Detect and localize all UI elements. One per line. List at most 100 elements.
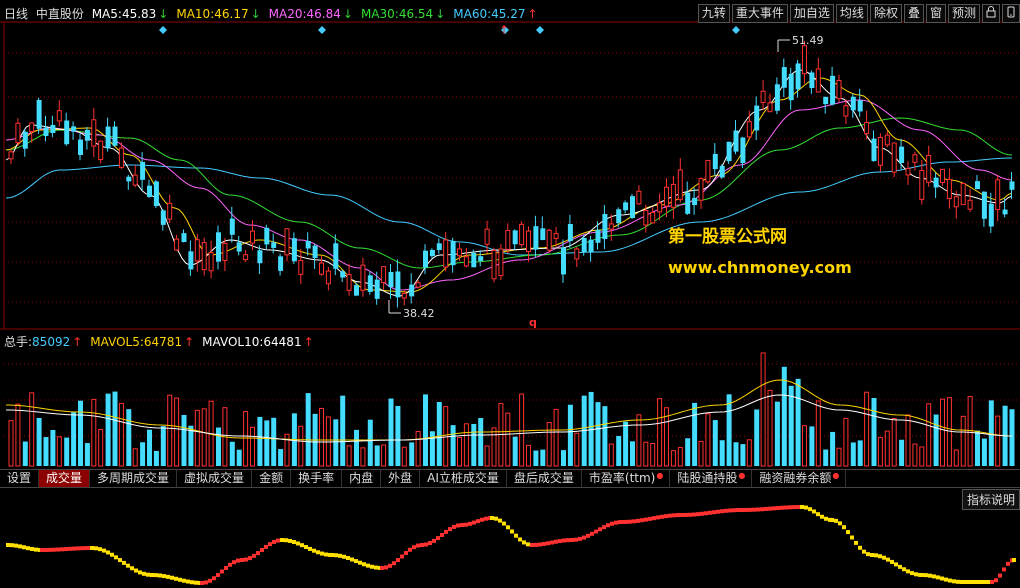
volume-bar [781, 366, 787, 466]
indicator-dot [244, 557, 248, 562]
candle-body [726, 141, 732, 162]
indicator-dot [656, 515, 660, 520]
candle-body [574, 248, 580, 260]
trend-arrow-icon: ↓ [342, 7, 353, 21]
tab-7[interactable]: 外盘 [381, 470, 421, 487]
tab-12[interactable]: 融资融券余额● [752, 470, 847, 487]
indicator-dot [804, 505, 808, 510]
indicator-dot [338, 553, 342, 558]
indicator-dot [688, 512, 692, 517]
moving-average-button[interactable]: 均线 [835, 4, 868, 23]
indicator-dot [252, 553, 256, 558]
indicator-dot [464, 522, 468, 527]
indicator-dot [216, 573, 220, 578]
indicator-dot [204, 580, 208, 585]
indicator-dot [898, 564, 902, 569]
candle-body [533, 226, 539, 250]
tab-8[interactable]: AI立桩成交量 [420, 470, 507, 487]
tab-3[interactable]: 虚拟成交量 [177, 470, 253, 487]
candle-body [740, 137, 746, 164]
candle-body [429, 249, 435, 257]
indicator-help-button[interactable]: 指标说明 [961, 489, 1020, 510]
candle-body [960, 182, 966, 206]
indicator-dot [838, 521, 842, 526]
lock-icon[interactable] [982, 4, 1000, 23]
indicator-dot [170, 575, 174, 580]
indicator-dot [320, 551, 324, 556]
candle-body [512, 230, 518, 245]
tab-1[interactable]: 成交量 [39, 470, 91, 487]
tab-9[interactable]: 盘后成交量 [507, 470, 582, 487]
indicator-dot [444, 529, 448, 534]
indicator-dot [928, 573, 932, 578]
volume-bar [830, 431, 836, 466]
indicator-dot [914, 572, 918, 577]
candle-body [291, 238, 297, 262]
volume-bar [884, 430, 890, 467]
indicator-dot [960, 580, 964, 584]
tab-5[interactable]: 换手率 [291, 470, 343, 487]
candle-body [933, 177, 939, 188]
window-button[interactable]: 窗 [925, 4, 946, 23]
candle-body [229, 218, 235, 235]
ma-value: 46.84 [306, 7, 341, 21]
indicator-dot [842, 525, 846, 530]
tab-6[interactable]: 内盘 [342, 470, 382, 487]
ma-value: 45.27 [491, 7, 526, 21]
indicator-dot [514, 533, 518, 538]
volume-bar [181, 414, 187, 466]
volume-bar [533, 450, 539, 466]
tab-10[interactable]: 市盈率(ttm)● [582, 470, 671, 487]
candle-body [519, 223, 525, 246]
volume-bar [657, 398, 663, 467]
indicator-tabs: 设置 成交量 多周期成交量 虚拟成交量 金额 换手率 内盘 外盘 AI立桩成交量 盘后成交量 市盈率… [0, 469, 1020, 488]
candle-body [208, 252, 214, 272]
volume-bar [975, 430, 980, 466]
chart-canvas[interactable]: ↑ 51.49 38.42 q [0, 0, 1020, 588]
volume-bar [719, 440, 725, 466]
candle-body [243, 254, 249, 261]
candle-body [836, 80, 842, 100]
indicator-dot [232, 560, 236, 565]
dot-icon: ● [832, 471, 840, 480]
volume-bar [623, 421, 629, 466]
indicator-dot [284, 538, 288, 543]
indicator-dot [578, 536, 582, 541]
indicator-dot [700, 511, 704, 516]
candle-body [319, 262, 324, 275]
indicator-dot [732, 508, 736, 513]
jiuzhuan-button[interactable]: 九转 [697, 4, 730, 23]
volume-bar [15, 403, 21, 467]
candle-body [595, 229, 601, 243]
overlay-button[interactable]: 叠 [903, 4, 924, 23]
indicator-dot [440, 533, 444, 537]
indicator-dot [308, 546, 312, 551]
forecast-button[interactable]: 预测 [947, 4, 980, 23]
candle-body [830, 75, 836, 105]
tab-11[interactable]: 陆股通持股● [670, 470, 753, 487]
indicator-dot [280, 538, 284, 542]
indicator-dot [894, 562, 898, 567]
candle-body [305, 240, 311, 249]
indicator-dot [756, 507, 760, 512]
volume-label: MAVOL5: [90, 335, 144, 349]
tab-4[interactable]: 金额 [252, 470, 292, 487]
volume-bar [705, 413, 711, 467]
indicator-dot [590, 531, 594, 536]
mobile-icon[interactable] [1002, 4, 1020, 23]
indicator-dot [550, 540, 554, 545]
candle-body [278, 256, 284, 271]
tab-2[interactable]: 多周期成交量 [90, 470, 178, 487]
ex-rights-button[interactable]: 除权 [869, 4, 902, 23]
major-events-button[interactable]: 重大事件 [731, 4, 788, 23]
indicator-dot [760, 507, 764, 512]
candle-body [526, 230, 531, 253]
candle-body [623, 202, 629, 211]
indicator-dot [330, 553, 334, 557]
add-watchlist-button[interactable]: 加自选 [789, 4, 834, 23]
tab-0[interactable]: 设置 [0, 470, 40, 487]
indicator-dot [480, 517, 484, 522]
candle-body [36, 100, 42, 129]
candle-body [616, 209, 622, 224]
indicator-dot [346, 556, 350, 561]
